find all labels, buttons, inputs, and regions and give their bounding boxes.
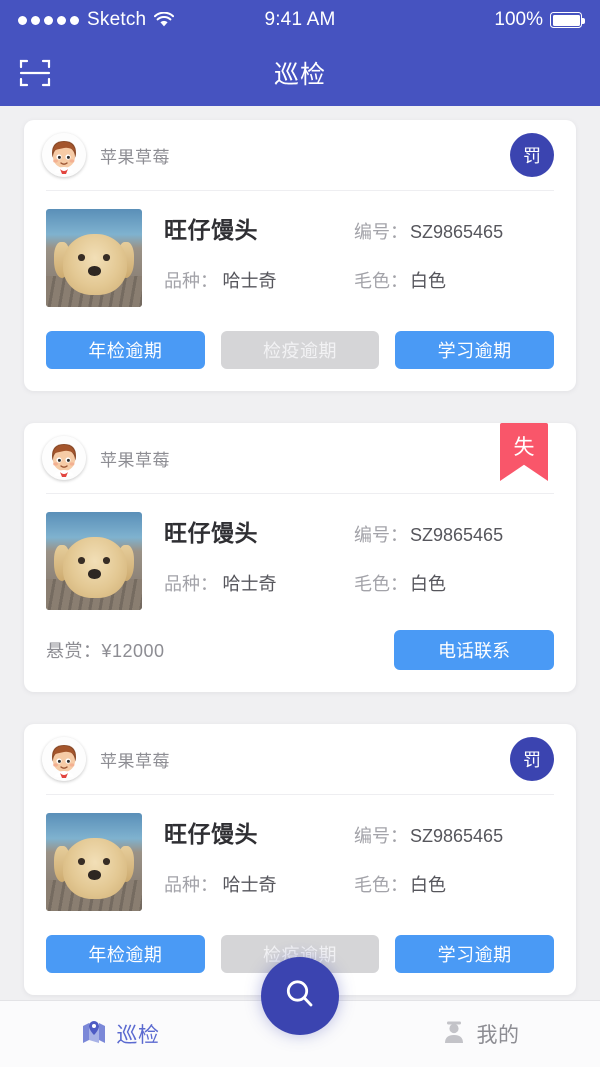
card-actions: 年检逾期 检疫逾期 学习逾期 bbox=[24, 307, 576, 391]
pet-breed-value: 哈士奇 bbox=[222, 271, 277, 291]
person-icon bbox=[441, 1019, 467, 1050]
tab-inspection[interactable]: 巡检 bbox=[0, 1019, 240, 1050]
pet-id-value: SZ9865465 bbox=[410, 525, 504, 545]
wifi-icon bbox=[154, 11, 175, 28]
reward-amount: 悬赏：¥12000 bbox=[46, 641, 165, 661]
battery-icon bbox=[550, 12, 585, 28]
tab-mine-label: 我的 bbox=[476, 1024, 520, 1047]
carrier-name: Sketch bbox=[87, 9, 147, 30]
nav-bar: 巡检 bbox=[0, 40, 600, 106]
search-icon bbox=[281, 975, 319, 1018]
quarantine-overdue-button[interactable]: 检疫逾期 bbox=[220, 331, 380, 369]
signal-strength-dots bbox=[18, 15, 79, 25]
status-bar: Sketch 9:41 AM 100% bbox=[0, 0, 600, 40]
reward-row: 悬赏：¥12000 电话联系 bbox=[24, 610, 576, 692]
inspection-card[interactable]: 失 苹果草莓 旺仔馒头 编号： SZ9865465 品种： 哈士奇 毛色： 白色… bbox=[24, 423, 576, 692]
page-title: 巡检 bbox=[273, 61, 326, 89]
annual-check-overdue-button[interactable]: 年检逾期 bbox=[46, 935, 205, 973]
pet-breed: 品种： 哈士奇 bbox=[164, 267, 354, 293]
pet-info: 旺仔馒头 编号： SZ9865465 品种： 哈士奇 毛色： 白色 bbox=[142, 813, 554, 911]
battery-percent-label: 100% bbox=[494, 9, 543, 30]
annual-check-overdue-button[interactable]: 年检逾期 bbox=[46, 331, 205, 369]
pet-name: 旺仔馒头 bbox=[164, 217, 258, 243]
user-avatar-boy-icon bbox=[42, 737, 86, 781]
map-pin-icon bbox=[81, 1019, 107, 1050]
pet-color: 毛色： 白色 bbox=[354, 267, 446, 293]
pet-row: 旺仔馒头 编号： SZ9865465 品种： 哈士奇 毛色： 白色 bbox=[24, 191, 576, 307]
pet-color-value: 白色 bbox=[410, 875, 446, 895]
pet-id: 编号： SZ9865465 bbox=[354, 521, 503, 547]
search-fab-button[interactable] bbox=[261, 957, 339, 1035]
penalty-badge[interactable]: 罚 bbox=[510, 133, 554, 177]
inspection-card-list[interactable]: 苹果草莓 罚 旺仔馒头 编号： SZ9865465 品种： 哈士奇 毛色： 白色… bbox=[0, 106, 600, 1067]
tab-mine[interactable]: 我的 bbox=[360, 1019, 600, 1050]
pet-breed-value: 哈士奇 bbox=[222, 875, 277, 895]
pet-breed-label: 品种： bbox=[164, 271, 218, 291]
pet-info: 旺仔馒头 编号： SZ9865465 品种： 哈士奇 毛色： 白色 bbox=[142, 512, 554, 610]
golden-retriever-puppy-photo[interactable] bbox=[46, 512, 142, 610]
pet-color-label: 毛色： bbox=[354, 271, 408, 291]
user-avatar-boy-icon bbox=[42, 436, 86, 480]
pet-name: 旺仔馒头 bbox=[164, 821, 258, 847]
pet-breed: 品种： 哈士奇 bbox=[164, 871, 354, 897]
pet-color-label: 毛色： bbox=[354, 574, 408, 594]
pet-color: 毛色： 白色 bbox=[354, 871, 446, 897]
pet-row: 旺仔馒头 编号： SZ9865465 品种： 哈士奇 毛色： 白色 bbox=[24, 795, 576, 911]
card-username: 苹果草莓 bbox=[100, 147, 170, 167]
pet-id: 编号： SZ9865465 bbox=[354, 218, 503, 244]
pet-color-label: 毛色： bbox=[354, 875, 408, 895]
pet-id-label: 编号： bbox=[354, 222, 408, 242]
pet-breed-value: 哈士奇 bbox=[222, 574, 277, 594]
status-bar-left: Sketch bbox=[18, 9, 300, 31]
pet-info: 旺仔馒头 编号： SZ9865465 品种： 哈士奇 毛色： 白色 bbox=[142, 209, 554, 307]
training-overdue-button[interactable]: 学习逾期 bbox=[395, 935, 555, 973]
card-username: 苹果草莓 bbox=[100, 450, 170, 470]
status-bar-right: 100% bbox=[300, 9, 585, 31]
penalty-badge[interactable]: 罚 bbox=[510, 737, 554, 781]
card-header: 苹果草莓 罚 bbox=[24, 120, 576, 190]
phone-contact-button[interactable]: 电话联系 bbox=[394, 630, 554, 670]
pet-color-value: 白色 bbox=[410, 271, 446, 291]
pet-id-value: SZ9865465 bbox=[410, 222, 504, 242]
pet-breed-label: 品种： bbox=[164, 875, 218, 895]
pet-breed-label: 品种： bbox=[164, 574, 218, 594]
golden-retriever-puppy-photo[interactable] bbox=[46, 209, 142, 307]
pet-id-value: SZ9865465 bbox=[410, 826, 504, 846]
pet-row: 旺仔馒头 编号： SZ9865465 品种： 哈士奇 毛色： 白色 bbox=[24, 494, 576, 610]
pet-name: 旺仔馒头 bbox=[164, 520, 258, 546]
training-overdue-button[interactable]: 学习逾期 bbox=[395, 331, 555, 369]
card-username: 苹果草莓 bbox=[100, 751, 170, 771]
pet-id: 编号： SZ9865465 bbox=[354, 822, 503, 848]
user-avatar-boy-icon bbox=[42, 133, 86, 177]
pet-color-value: 白色 bbox=[410, 574, 446, 594]
pet-id-label: 编号： bbox=[354, 826, 408, 846]
card-header: 苹果草莓 bbox=[24, 423, 576, 493]
card-header: 苹果草莓 罚 bbox=[24, 724, 576, 794]
inspection-card[interactable]: 苹果草莓 罚 旺仔馒头 编号： SZ9865465 品种： 哈士奇 毛色： 白色… bbox=[24, 120, 576, 391]
pet-color: 毛色： 白色 bbox=[354, 570, 446, 596]
scan-qr-icon[interactable] bbox=[18, 56, 52, 90]
pet-breed: 品种： 哈士奇 bbox=[164, 570, 354, 596]
inspection-card[interactable]: 苹果草莓 罚 旺仔馒头 编号： SZ9865465 品种： 哈士奇 毛色： 白色… bbox=[24, 724, 576, 995]
tab-inspection-label: 巡检 bbox=[116, 1024, 160, 1047]
app-root: Sketch 9:41 AM 100% 巡检 苹果草莓 罚 旺仔馒头 编号： S… bbox=[0, 0, 600, 1067]
pet-id-label: 编号： bbox=[354, 525, 408, 545]
golden-retriever-puppy-photo[interactable] bbox=[46, 813, 142, 911]
